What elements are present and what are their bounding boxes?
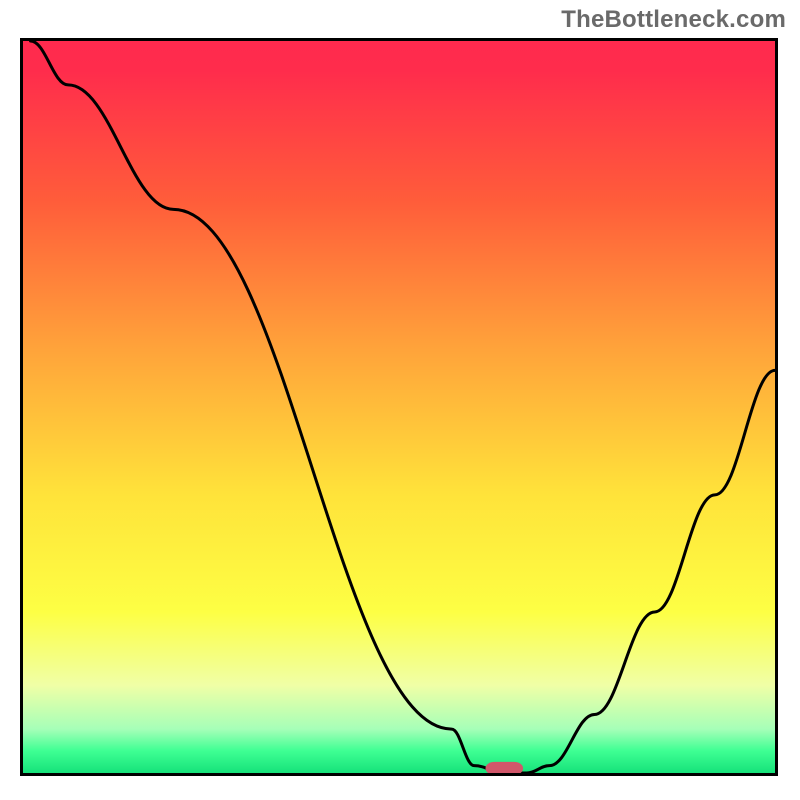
- chart-svg: [23, 41, 775, 773]
- optimal-marker: [485, 762, 523, 773]
- watermark-text: TheBottleneck.com: [561, 6, 786, 34]
- plot-area: [20, 38, 778, 776]
- chart-container: TheBottleneck.com: [0, 0, 800, 800]
- gradient-background: [23, 41, 775, 773]
